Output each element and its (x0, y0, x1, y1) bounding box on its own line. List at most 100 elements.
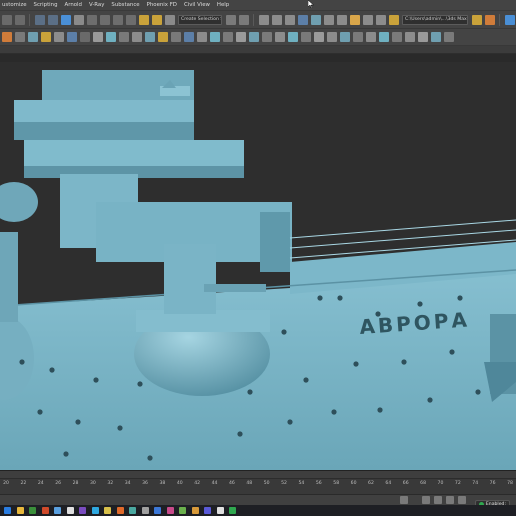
menu-item[interactable]: Scripting (34, 2, 58, 8)
menu-item[interactable]: Substance (111, 2, 139, 8)
menu-item[interactable]: ustomize (2, 2, 27, 8)
spacewarp-icon[interactable] (118, 32, 129, 42)
open-folder-icon[interactable] (471, 14, 482, 25)
cut-icon[interactable] (261, 32, 272, 42)
align-icon[interactable] (238, 14, 249, 25)
selection-set-combo[interactable]: Create Selection Set (178, 14, 222, 25)
connect-icon[interactable] (365, 32, 376, 42)
vs-code-icon[interactable] (79, 507, 86, 514)
time-slider[interactable]: 20 22 24 26 28 30 32 34 36 38 40 42 44 46 48 50 52 54 56 58… (0, 470, 516, 494)
perspective-viewport[interactable]: АВРОРА (0, 62, 516, 470)
select-object-icon[interactable] (60, 14, 71, 25)
app-icon[interactable] (191, 507, 199, 514)
grid-icon[interactable] (209, 32, 220, 42)
rectangle-selection-icon[interactable] (86, 14, 97, 25)
render-iterative-icon[interactable] (362, 14, 373, 25)
curve-editor-icon[interactable] (284, 14, 295, 25)
key-filter-icon[interactable] (399, 496, 408, 504)
link-icon[interactable] (34, 14, 45, 25)
relax-icon[interactable] (248, 32, 259, 42)
render-setup-icon[interactable] (323, 14, 334, 25)
paint-icon[interactable] (222, 32, 233, 42)
preserve-uv-icon[interactable] (443, 32, 454, 42)
smooth-icon[interactable] (235, 32, 246, 42)
menu-item[interactable]: Civil View (184, 2, 210, 8)
constraint-icon[interactable] (430, 32, 441, 42)
motion-icon[interactable] (170, 32, 181, 42)
spinner-snap-icon[interactable] (164, 14, 175, 25)
bridge-icon[interactable] (313, 32, 324, 42)
redo-icon[interactable] (14, 14, 25, 25)
select-by-name-icon[interactable] (73, 14, 84, 25)
snap-toggle-icon[interactable] (138, 14, 149, 25)
system-icon[interactable] (131, 32, 142, 42)
menu-item[interactable]: Help (217, 2, 229, 8)
box-icon[interactable] (40, 32, 51, 42)
project-path-combo[interactable]: C:\Users\admin\...\3ds Max 2023 (402, 14, 468, 25)
chamfer-icon[interactable] (326, 32, 337, 42)
edit-poly-icon[interactable] (14, 32, 25, 42)
target-weld-icon[interactable] (352, 32, 363, 42)
schematic-view-icon[interactable] (297, 14, 308, 25)
sphere-icon[interactable] (27, 32, 38, 42)
chrome-icon[interactable] (29, 507, 36, 514)
modeling-icon[interactable] (1, 32, 12, 42)
settings-icon[interactable] (141, 507, 149, 514)
percent-snap-icon[interactable] (151, 14, 162, 25)
toggle-ribbon-icon[interactable] (271, 14, 282, 25)
menu-item[interactable]: Arnold (65, 2, 82, 8)
notepad-icon[interactable] (66, 507, 74, 514)
shape-icon[interactable] (66, 32, 77, 42)
office-icon[interactable] (41, 507, 49, 514)
undo-icon[interactable] (1, 14, 12, 25)
zoom-icon[interactable] (433, 496, 442, 504)
workspace-icon[interactable] (504, 14, 515, 25)
orbit-icon[interactable] (457, 496, 466, 504)
folder-icon[interactable] (104, 507, 111, 514)
select-move-icon[interactable] (99, 14, 110, 25)
display-icon[interactable] (183, 32, 194, 42)
cylinder-icon[interactable] (53, 32, 64, 42)
bevel-icon[interactable] (287, 32, 298, 42)
helper-icon[interactable] (105, 32, 116, 42)
calculator-icon[interactable] (216, 507, 224, 514)
inset-icon[interactable] (300, 32, 311, 42)
project-icon[interactable] (484, 14, 495, 25)
light-icon[interactable] (79, 32, 90, 42)
layer-explorer-icon[interactable] (258, 14, 269, 25)
extrude-icon[interactable] (274, 32, 285, 42)
select-rotate-icon[interactable] (112, 14, 123, 25)
weld-icon[interactable] (339, 32, 350, 42)
word-icon[interactable] (204, 507, 211, 514)
rendered-frame-icon[interactable] (336, 14, 347, 25)
render-icon[interactable] (349, 14, 360, 25)
loop-icon[interactable] (378, 32, 389, 42)
time-scrubber[interactable] (0, 471, 516, 479)
ring-icon[interactable] (391, 32, 402, 42)
3ds-max-icon[interactable] (129, 507, 136, 514)
security-icon[interactable] (229, 507, 236, 514)
outlook-icon[interactable] (154, 507, 161, 514)
menu-item[interactable]: V-Ray (89, 2, 104, 8)
grow-icon[interactable] (404, 32, 415, 42)
select-scale-icon[interactable] (125, 14, 136, 25)
utility-icon[interactable] (196, 32, 207, 42)
mirror-icon[interactable] (225, 14, 236, 25)
firefox-icon[interactable] (116, 507, 124, 514)
hierarchy-icon[interactable] (157, 32, 168, 42)
pan-icon[interactable] (445, 496, 454, 504)
playback-icon[interactable] (421, 496, 430, 504)
menu-item[interactable]: Phoenix FD (147, 2, 177, 8)
excel-icon[interactable] (179, 507, 186, 514)
start-menu-icon[interactable] (4, 507, 11, 514)
photoshop-icon[interactable] (91, 507, 99, 514)
edge-icon[interactable] (54, 507, 61, 514)
track-bar[interactable]: 20 22 24 26 28 30 32 34 36 38 40 42 44 46 48 50 52 54 56 58… (0, 479, 516, 495)
camera-icon[interactable] (92, 32, 103, 42)
shrink-icon[interactable] (417, 32, 428, 42)
modifier-icon[interactable] (144, 32, 155, 42)
folder-icon[interactable] (388, 14, 399, 25)
unlink-icon[interactable] (47, 14, 58, 25)
material-editor-icon[interactable] (310, 14, 321, 25)
arnold-icon[interactable] (375, 14, 386, 25)
